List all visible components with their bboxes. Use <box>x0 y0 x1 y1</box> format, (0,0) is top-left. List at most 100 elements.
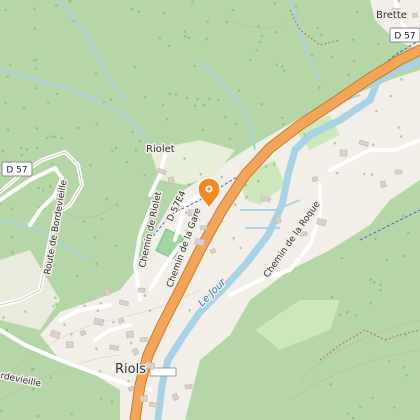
building <box>394 169 403 175</box>
tree-dot <box>99 302 103 305</box>
tree-dot <box>402 365 405 369</box>
tree-dot <box>183 30 187 33</box>
tree-dot <box>112 320 115 324</box>
tree-dot <box>335 171 339 175</box>
tree-dot <box>11 250 14 254</box>
tree-dot <box>310 54 314 57</box>
svg-text:D 57: D 57 <box>6 166 27 176</box>
tree-dot <box>400 78 403 81</box>
tree-dot <box>371 143 375 146</box>
place-label-riols: Riols <box>115 362 146 377</box>
tree-dot <box>232 236 235 240</box>
tree-dot <box>281 123 285 126</box>
tree-dot <box>234 203 237 206</box>
tree-dot <box>184 211 188 214</box>
tree-dot <box>60 136 64 140</box>
tree-dot <box>208 97 211 100</box>
tree-dot <box>220 175 224 179</box>
tree-dot <box>272 163 276 166</box>
building <box>125 330 135 339</box>
tree-dot <box>258 40 262 44</box>
building <box>167 176 175 185</box>
tree-dot <box>188 183 191 186</box>
tree-dot <box>20 153 24 157</box>
tree-dot <box>188 309 191 312</box>
tree-dot <box>165 117 169 121</box>
tree-dot <box>264 165 268 168</box>
tree-dot <box>77 126 80 129</box>
tree-dot <box>46 136 49 140</box>
tree-dot <box>4 101 7 105</box>
tree-dot <box>206 20 209 24</box>
tree-dot <box>63 323 66 326</box>
road-shield-d57-right: D 57 <box>389 27 420 43</box>
tree-dot <box>374 237 377 240</box>
tree-dot <box>205 37 208 41</box>
tree-dot <box>320 33 323 37</box>
building <box>184 384 193 390</box>
tree-dot <box>404 334 408 337</box>
tree-dot <box>35 126 39 130</box>
tree-dot <box>191 0 194 3</box>
tree-dot <box>345 310 349 314</box>
tree-dot <box>372 280 376 284</box>
tree-dot <box>143 173 146 177</box>
tree-dot <box>356 10 359 14</box>
tree-dot <box>96 309 100 313</box>
tree-dot <box>138 139 142 143</box>
tree-dot <box>4 8 8 12</box>
tree-dot <box>110 400 114 404</box>
tree-dot <box>50 162 54 166</box>
tree-dot <box>389 94 393 98</box>
tree-dot <box>329 382 333 386</box>
tree-dot <box>134 148 138 152</box>
tree-dot <box>371 396 374 400</box>
tree-dot <box>95 347 98 351</box>
tree-dot <box>100 217 104 221</box>
tree-dot <box>388 360 391 363</box>
tree-dot <box>369 301 372 305</box>
tree-dot <box>50 135 53 139</box>
map-canvas[interactable]: Riolet Riols Brette Route de Bordevieill… <box>0 0 420 420</box>
tree-dot <box>280 65 284 68</box>
tree-dot <box>239 246 242 250</box>
tree-dot <box>225 20 229 24</box>
tree-dot <box>89 164 92 167</box>
tree-dot <box>257 179 260 183</box>
tree-dot <box>95 262 98 266</box>
tree-dot <box>22 106 26 110</box>
tree-dot <box>75 274 79 278</box>
tree-dot <box>399 135 403 138</box>
tree-dot <box>129 341 133 345</box>
tree-dot <box>143 96 147 99</box>
tree-dot <box>234 122 238 126</box>
building <box>139 394 148 403</box>
tree-dot <box>280 116 284 120</box>
tree-dot <box>33 7 36 11</box>
tree-dot <box>405 374 408 377</box>
tree-dot <box>228 137 232 141</box>
tree-dot <box>20 146 23 150</box>
tree-dot <box>33 59 36 62</box>
tree-dot <box>187 36 191 40</box>
svg-text:D 57: D 57 <box>394 32 415 42</box>
tree-dot <box>316 26 320 30</box>
tree-dot <box>359 405 362 409</box>
tree-dot <box>346 412 350 415</box>
tree-dot <box>10 207 14 210</box>
tree-dot <box>49 185 52 188</box>
tree-dot <box>131 130 134 134</box>
tree-dot <box>379 288 382 292</box>
tree-dot <box>407 231 410 235</box>
tree-dot <box>283 69 286 73</box>
tree-dot <box>114 244 118 248</box>
tree-dot <box>183 157 186 160</box>
tree-dot <box>33 27 37 31</box>
tree-dot <box>55 92 59 96</box>
tree-dot <box>333 142 337 145</box>
tree-dot <box>352 416 355 420</box>
tree-dot <box>111 149 114 153</box>
tree-dot <box>6 128 10 132</box>
road-shield-d57-left: D 57 <box>1 161 33 177</box>
tree-dot <box>5 328 9 332</box>
